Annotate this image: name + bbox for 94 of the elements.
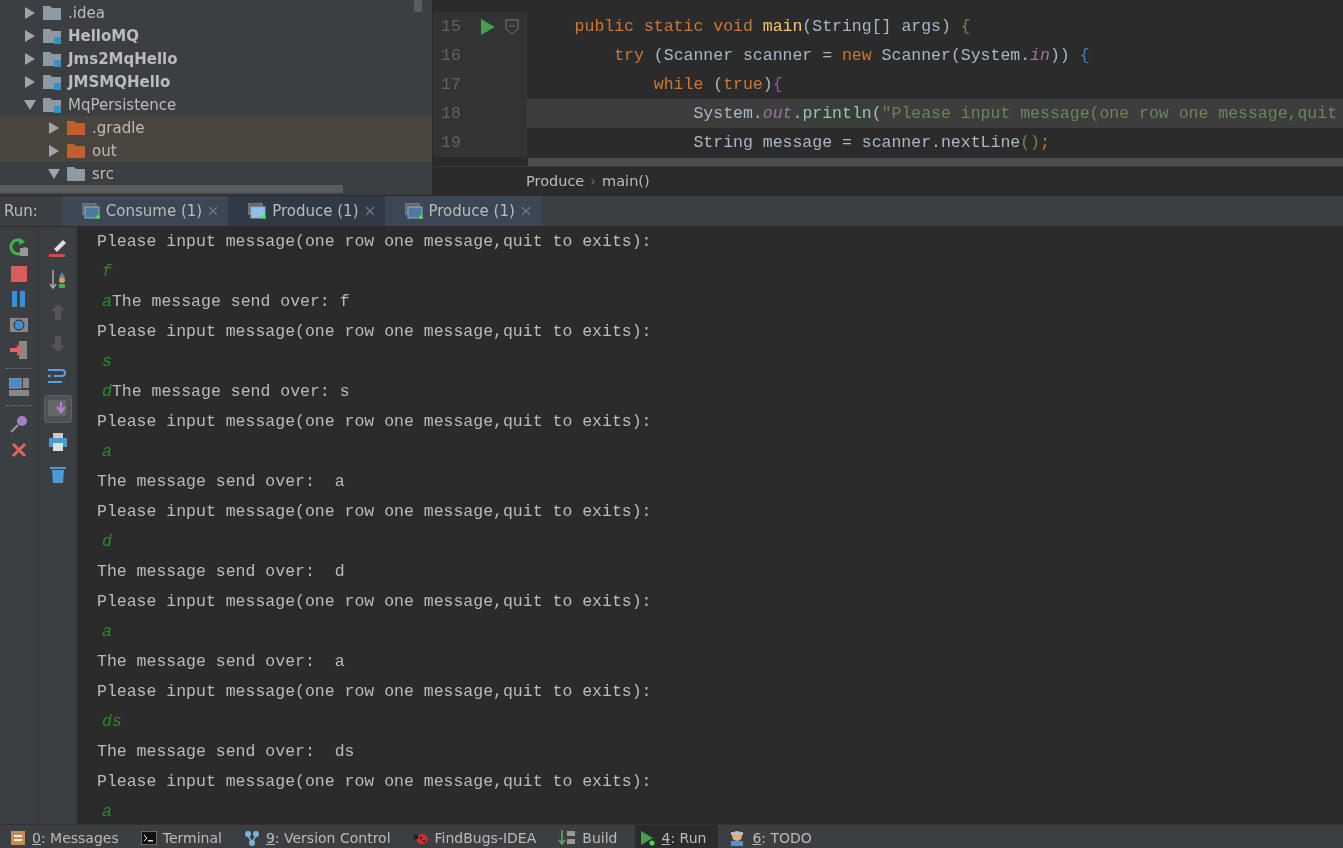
folder-icon	[42, 95, 62, 114]
camera-icon[interactable]	[10, 316, 28, 332]
folder-icon	[66, 118, 86, 137]
tree-item[interactable]: HelloMQ	[68, 26, 139, 45]
tree-item[interactable]: out	[92, 141, 117, 160]
tool-window-button[interactable]: 6: TODO	[724, 825, 824, 848]
tree-item[interactable]: .idea	[68, 3, 105, 22]
tool-window-button[interactable]: 4: Run	[635, 825, 719, 848]
expand-arrow-icon[interactable]	[24, 75, 36, 88]
run-tab[interactable]: Produce (1)	[384, 196, 541, 226]
scrollbar[interactable]	[0, 185, 343, 193]
ladybug-icon	[412, 831, 429, 845]
console-line: Please input message(one row one message,quit to exits):	[97, 771, 652, 793]
run-tab[interactable]: Produce (1)	[228, 196, 385, 226]
messages-icon	[10, 830, 26, 846]
expand-arrow-icon[interactable]	[24, 52, 36, 65]
typed-text: a	[101, 621, 112, 643]
run-tab[interactable]: Consume (1)	[61, 196, 229, 226]
console-window-icon	[404, 203, 423, 219]
close-icon[interactable]	[208, 206, 219, 216]
folder-icon	[66, 164, 86, 183]
sort-icon[interactable]	[49, 270, 67, 290]
rerun-icon[interactable]	[9, 237, 29, 257]
expand-arrow-icon[interactable]	[48, 121, 60, 134]
run-label: Run:	[3, 201, 39, 222]
console-line: The message send over: f	[111, 291, 350, 313]
console-line: The message send over: a	[97, 471, 345, 493]
typed-text: a	[101, 801, 112, 823]
tool-window-button[interactable]: Terminal	[136, 825, 234, 848]
tool-window-button[interactable]: FindBugs-IDEA	[408, 825, 549, 848]
console-line: Please input message(one row one message,quit to exits):	[97, 591, 652, 613]
console-line: The message send over: s	[111, 381, 350, 403]
build-icon	[558, 830, 577, 846]
typed-text: a	[101, 441, 112, 463]
exit-icon[interactable]	[10, 341, 28, 359]
typed-text: ds	[101, 711, 122, 733]
tool-window-button[interactable]: Build	[554, 825, 630, 848]
console-line: The message send over: a	[97, 651, 345, 673]
console-window-icon	[81, 203, 100, 219]
close-icon[interactable]	[520, 206, 531, 216]
console-line: Please input message(one row one message,quit to exits):	[97, 411, 652, 433]
scroll-to-end-button[interactable]	[44, 395, 72, 423]
tree-item[interactable]: src	[92, 164, 114, 183]
console-window-icon	[248, 203, 267, 219]
console-line: Please input message(one row one message,quit to exits):	[97, 681, 652, 703]
breadcrumb-item[interactable]: Produce	[526, 173, 585, 189]
folder-icon	[42, 3, 62, 22]
scrollbar[interactable]	[414, 0, 422, 12]
print-icon[interactable]	[49, 433, 67, 451]
branch-icon	[243, 830, 260, 846]
tree-item[interactable]: JMSMQHello	[68, 72, 171, 91]
pin-icon[interactable]	[10, 415, 28, 433]
console-line: Please input message(one row one message,quit to exits):	[97, 231, 652, 253]
tool-window-button[interactable]: 9: Version Control	[239, 825, 403, 848]
folder-icon	[42, 72, 62, 91]
expand-arrow-icon[interactable]	[48, 144, 60, 157]
terminal-icon	[140, 831, 157, 845]
code-line: while (true){	[652, 74, 784, 96]
run-icon	[639, 830, 656, 846]
tool-window-button[interactable]: 0: Messages	[6, 825, 131, 848]
eraser-icon[interactable]	[49, 239, 67, 257]
code-line: String message = scanner.nextLine();	[692, 132, 1051, 154]
collapse-arrow-icon[interactable]	[24, 98, 36, 111]
close-icon[interactable]	[364, 206, 375, 216]
typed-text: f	[101, 261, 112, 283]
folder-icon	[42, 26, 62, 45]
layout-icon[interactable]	[9, 378, 29, 396]
console-line: Please input message(one row one message,quit to exits):	[97, 321, 652, 343]
fold-icon[interactable]	[505, 18, 519, 35]
code-line: try (Scanner scanner = new Scanner(System.in)) {	[613, 45, 1091, 67]
tree-item[interactable]: MqPersistence	[68, 95, 177, 114]
typed-text: d	[101, 381, 112, 403]
expand-arrow-icon[interactable]	[24, 29, 36, 42]
code-line: public static void main(String[] args) {	[573, 16, 972, 38]
typed-text: s	[101, 351, 112, 373]
scrollbar[interactable]	[528, 158, 1343, 166]
collapse-arrow-icon[interactable]	[48, 167, 60, 180]
tree-item[interactable]: .gradle	[92, 118, 145, 137]
scroll-to-end-icon[interactable]	[48, 400, 68, 418]
folder-icon	[42, 49, 62, 68]
console-line: Please input message(one row one message,quit to exits):	[97, 501, 652, 523]
console-line: The message send over: ds	[97, 741, 355, 763]
folder-icon	[66, 141, 86, 160]
close-icon[interactable]	[11, 442, 27, 458]
tree-item[interactable]: Jms2MqHello	[68, 49, 178, 68]
pause-icon[interactable]	[12, 291, 26, 307]
trash-icon[interactable]	[50, 465, 66, 483]
typed-text: a	[101, 291, 112, 313]
typed-text: d	[101, 531, 112, 553]
expand-arrow-icon[interactable]	[24, 6, 36, 19]
breadcrumb-item[interactable]: main()	[602, 173, 650, 189]
wrap-icon[interactable]	[48, 367, 68, 385]
breadcrumb-separator: ›	[590, 173, 597, 189]
console-line: The message send over: d	[97, 561, 345, 583]
